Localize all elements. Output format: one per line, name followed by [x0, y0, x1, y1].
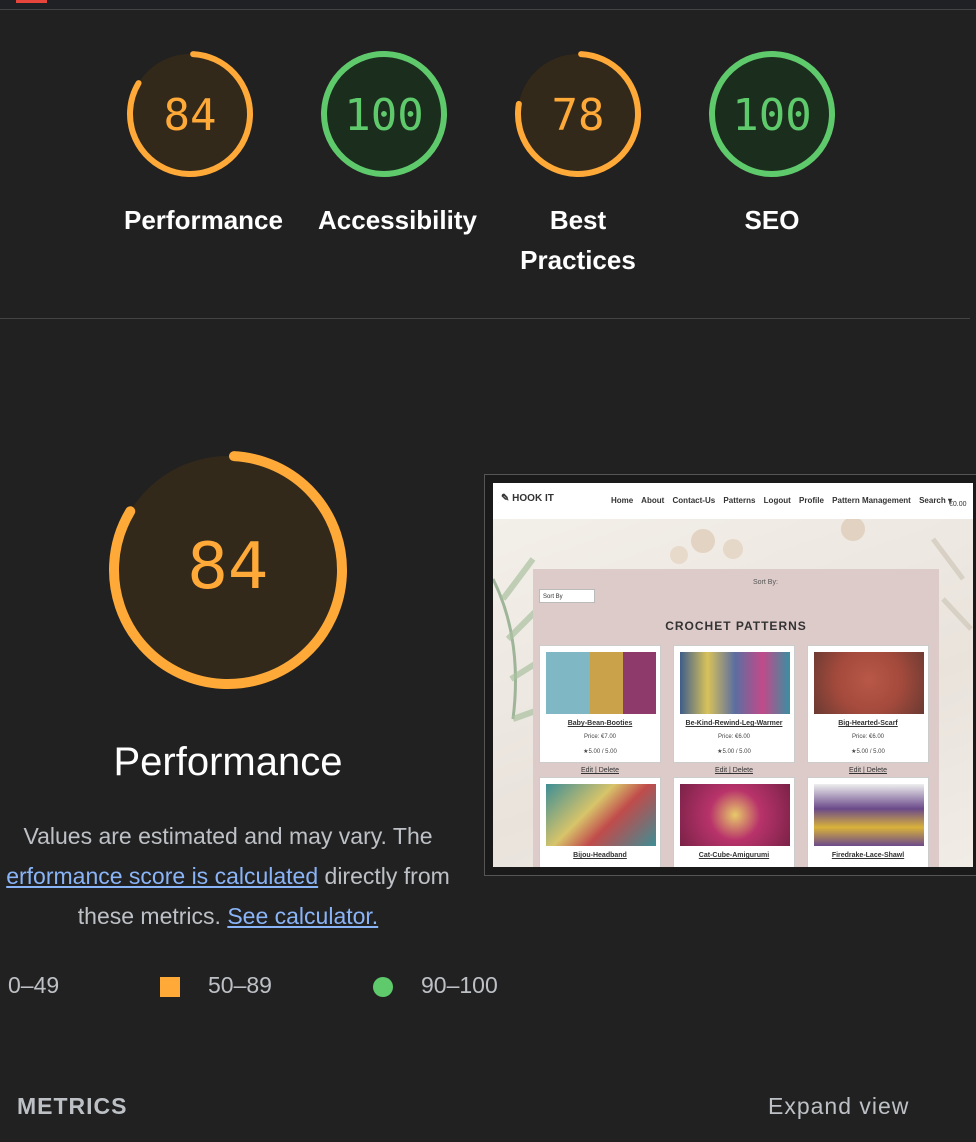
screenshot-page-title: CROCHET PATTERNS: [665, 619, 807, 633]
edit-delete-link: Edit | Delete: [848, 767, 887, 774]
product-rating: ★5.00 / 5.00: [851, 749, 885, 755]
product-image: [814, 652, 924, 714]
top-bar: [0, 0, 976, 10]
screenshot-brand: ✎ HOOK IT: [501, 493, 554, 504]
gauge-performance-ring: 84: [127, 50, 253, 177]
screenshot-content-panel: Sort By: Sort By CROCHET PATTERNS Baby-B…: [533, 569, 939, 867]
gauge-performance[interactable]: 84 Performance: [124, 48, 283, 240]
square-icon: [160, 976, 180, 997]
gauge-best-practices-ring: 78: [515, 50, 641, 177]
gauge-best-practices-label-line1: Best: [549, 205, 607, 235]
gauge-performance-label: Performance: [124, 205, 283, 235]
gauge-accessibility-ring: 100: [321, 50, 447, 177]
performance-description: Values are estimated and may vary. The e…: [0, 816, 476, 936]
product-price: Price: €7.00: [583, 734, 617, 740]
product-name: Be-Kind-Rewind-Leg-Warmer: [685, 720, 783, 727]
gauge-performance-score: 84: [164, 90, 217, 141]
screenshot-nav-links: Home About Contact-Us Patterns Logout Pr…: [611, 496, 958, 505]
product-price: Price: €6.00: [851, 734, 885, 740]
desc-line3: these metrics. See calculator.: [0, 896, 476, 936]
section-divider: [0, 318, 970, 319]
screenshot-sort-label: Sort By:: [753, 579, 778, 586]
screenshot-cart-total: €0.00: [949, 501, 967, 508]
active-tab-indicator: [16, 0, 47, 3]
gauge-seo-ring: 100: [709, 50, 835, 177]
desc-line2: erformance score is calculated directly …: [0, 856, 476, 896]
screenshot-page: ✎ HOOK IT Home About Contact-Us Patterns…: [493, 483, 973, 867]
edit-delete-link: Edit | Delete: [580, 767, 619, 774]
product-card: Big-Hearted-Scarf Price: €6.00 ★5.00 / 5…: [807, 645, 929, 763]
gauge-best-practices-score: 78: [552, 90, 605, 141]
screenshot-nav-profile: Profile: [799, 496, 824, 505]
product-name: Big-Hearted-Scarf: [838, 720, 898, 727]
screenshot-brand-text: HOOK IT: [512, 493, 554, 504]
product-card: Cat-Cube-Amigurumi: [673, 777, 795, 867]
product-image: [680, 784, 790, 846]
score-calculated-link[interactable]: erformance score is calculated: [6, 863, 318, 889]
product-image: [814, 784, 924, 846]
metrics-heading: METRICS: [17, 1093, 128, 1119]
product-image: [546, 652, 656, 714]
product-name: Baby-Bean-Booties: [567, 720, 633, 727]
see-calculator-link[interactable]: See calculator.: [227, 903, 378, 929]
product-card: Firedrake-Lace-Shawl: [807, 777, 929, 867]
product-card: Baby-Bean-Booties Price: €7.00 ★5.00 / 5…: [539, 645, 661, 763]
desc-line3-text: these metrics.: [77, 903, 228, 929]
gauge-accessibility[interactable]: 100 Accessibility: [318, 48, 477, 240]
circle-icon: [373, 976, 393, 997]
product-image: [680, 652, 790, 714]
desc-line1: Values are estimated and may vary. The: [23, 823, 433, 849]
product-card: Bijou-Headband: [539, 777, 661, 867]
product-name: Bijou-Headband: [573, 852, 627, 859]
final-screenshot[interactable]: ✎ HOOK IT Home About Contact-Us Patterns…: [484, 474, 976, 876]
desc-line2-rest: directly from: [318, 863, 450, 889]
legend-average: 50–89: [160, 972, 272, 999]
screenshot-nav-pattern-management: Pattern Management: [832, 496, 911, 505]
product-image: [546, 784, 656, 846]
gauge-accessibility-label: Accessibility: [318, 205, 477, 235]
screenshot-nav-patterns: Patterns: [723, 496, 756, 505]
gauge-best-practices-label: Best Practices: [512, 200, 644, 280]
legend-pass-label: 90–100: [421, 972, 498, 998]
product-name: Cat-Cube-Amigurumi: [698, 852, 770, 859]
product-rating: ★5.00 / 5.00: [583, 749, 617, 755]
screenshot-nav-search: Search ▾: [919, 496, 952, 505]
edit-delete-link: Edit | Delete: [714, 767, 753, 774]
gauge-seo[interactable]: 100 SEO: [706, 48, 838, 240]
gauge-best-practices-label-line2: Practices: [520, 245, 636, 275]
gauge-accessibility-score: 100: [344, 90, 423, 141]
gauge-seo-score: 100: [732, 90, 811, 141]
gauge-seo-label: SEO: [744, 205, 800, 235]
legend-pass: 90–100: [373, 972, 498, 999]
screenshot-sort-select: Sort By: [539, 589, 595, 603]
legend-fail: 0–49: [8, 972, 59, 999]
performance-big-score: 84: [187, 530, 268, 604]
screenshot-nav-contact: Contact-Us: [672, 496, 716, 505]
gauge-best-practices[interactable]: 78 Best Practices: [512, 48, 644, 280]
legend-average-label: 50–89: [208, 972, 272, 998]
performance-big-gauge: 84: [108, 451, 347, 689]
product-price: Price: €6.00: [717, 734, 751, 740]
product-rating: ★5.00 / 5.00: [717, 749, 751, 755]
screenshot-nav-about: About: [641, 496, 665, 505]
legend-fail-label: 0–49: [8, 972, 60, 998]
screenshot-navbar: ✎ HOOK IT Home About Contact-Us Patterns…: [493, 483, 973, 519]
product-name: Firedrake-Lace-Shawl: [831, 852, 905, 859]
product-card: Be-Kind-Rewind-Leg-Warmer Price: €6.00 ★…: [673, 645, 795, 763]
screenshot-nav-logout: Logout: [763, 496, 791, 505]
performance-title: Performance: [113, 740, 343, 784]
expand-view-button[interactable]: Expand view: [768, 1093, 909, 1120]
screenshot-nav-home: Home: [611, 496, 634, 505]
